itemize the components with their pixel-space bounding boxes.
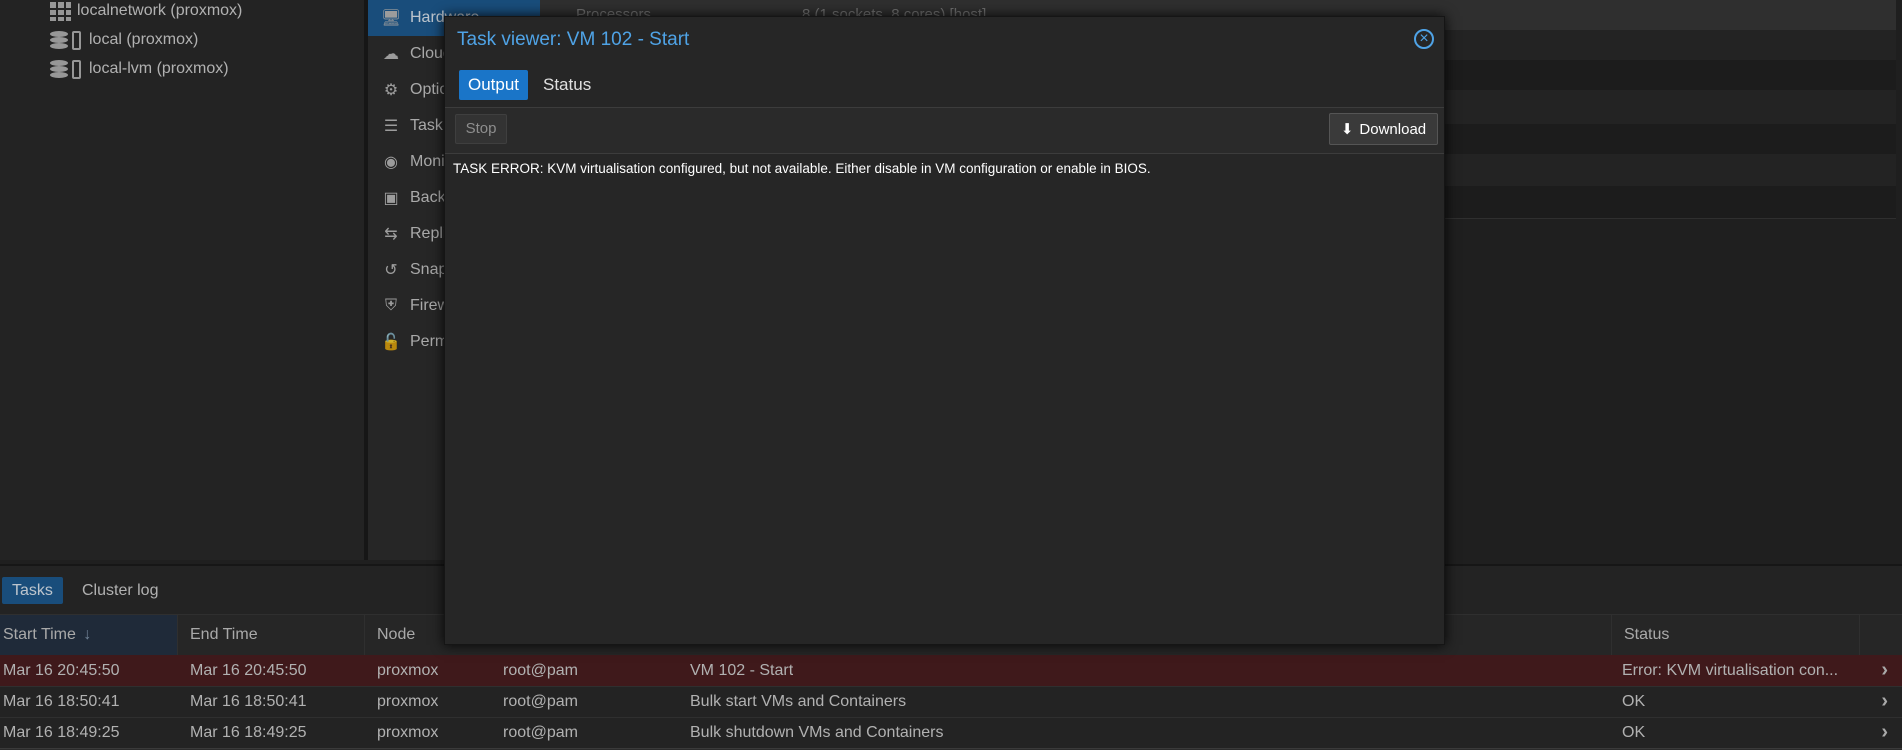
dialog-toolbar	[445, 108, 1444, 154]
dialog-title: Task viewer: VM 102 - Start	[457, 29, 690, 50]
stop-button[interactable]: Stop	[455, 114, 507, 144]
close-icon[interactable]: ×	[1414, 29, 1434, 49]
tab-output[interactable]: Output	[459, 70, 529, 100]
task-viewer-dialog: Task viewer: VM 102 - Start × Output Sta…	[444, 16, 1445, 645]
download-button[interactable]: ⬇ Download	[1329, 113, 1438, 145]
task-output-log: TASK ERROR: KVM virtualisation configure…	[453, 161, 1151, 176]
download-button-label: Download	[1359, 120, 1427, 138]
tab-status[interactable]: Status	[534, 70, 600, 100]
download-icon: ⬇	[1340, 121, 1354, 138]
